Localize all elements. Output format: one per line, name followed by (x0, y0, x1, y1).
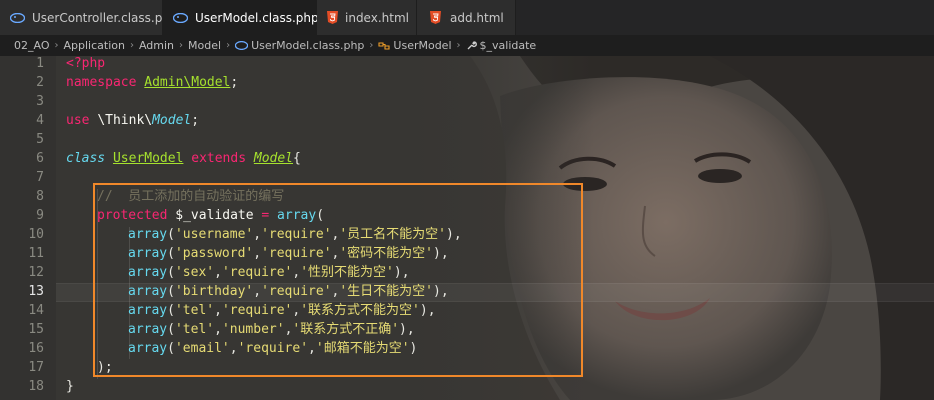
breadcrumb-item[interactable]: Model (188, 39, 221, 52)
php-open-tag: <?php (66, 56, 106, 71)
line-number: 18 (28, 379, 44, 394)
breadcrumb-item[interactable]: 02_AO (14, 39, 50, 52)
line-number-current: 13 (28, 284, 44, 299)
editor-tab-bar: UserController.class.php UserModel.class… (0, 0, 934, 35)
breadcrumb-item[interactable]: UserModel.class.php (251, 39, 364, 52)
line-number: 16 (28, 341, 44, 356)
line-number: 15 (28, 322, 44, 337)
punctuation: } (66, 379, 74, 394)
class-name: UserModel (112, 151, 184, 166)
tab-label: add.html (450, 10, 504, 25)
line-number: 2 (36, 75, 44, 90)
line-number: 7 (36, 170, 44, 185)
html5-icon (427, 10, 443, 26)
line-number-gutter: 1 2 3 4 5 6 7 8 9 10 11 12 13 14 15 16 1… (0, 56, 56, 400)
keyword: namespace (66, 75, 137, 90)
line-number: 11 (28, 246, 44, 261)
code-line: namespace Admin\Model; (66, 73, 238, 92)
breadcrumb-separator: › (54, 40, 59, 51)
php-elephant-icon (173, 10, 188, 26)
php-elephant-icon (10, 10, 25, 26)
wrench-property-icon (466, 40, 477, 51)
line-number: 14 (28, 303, 44, 318)
code-line: class UserModel extends Model{ (66, 149, 301, 168)
tab-user-model[interactable]: UserModel.class.php × (163, 0, 341, 35)
class-symbol-icon (378, 41, 390, 51)
tab-label: index.html (345, 10, 409, 25)
namespace-name: Admin\Model (144, 75, 231, 90)
keyword: extends (191, 151, 247, 166)
code-line: use \Think\Model; (66, 111, 199, 130)
line-number: 1 (36, 56, 44, 71)
use-path: \Think\ (97, 113, 153, 128)
php-elephant-icon (235, 41, 249, 50)
breadcrumb-item[interactable]: UserModel (393, 39, 451, 52)
code-line: <?php (66, 56, 105, 73)
html5-icon (327, 10, 338, 26)
tab-add-html[interactable]: add.html (417, 0, 516, 35)
tab-label: UserModel.class.php (195, 10, 319, 25)
breadcrumb-item[interactable]: $_validate (480, 39, 537, 52)
punctuation: ; (191, 113, 200, 128)
punctuation: { (293, 151, 301, 166)
breadcrumb-separator: › (226, 40, 231, 51)
punctuation: ; (230, 75, 239, 90)
keyword: use (66, 113, 90, 128)
breadcrumb-item[interactable]: Admin (139, 39, 174, 52)
line-number: 6 (36, 151, 44, 166)
code-editor[interactable]: 1 2 3 4 5 6 7 8 9 10 11 12 13 14 15 16 1… (0, 56, 934, 400)
line-number: 8 (36, 189, 44, 204)
tab-label: UserController.class.php (32, 10, 178, 25)
use-class: Model (152, 113, 192, 128)
breadcrumb: 02_AO › Application › Admin › Model › Us… (0, 35, 934, 56)
breadcrumb-separator: › (369, 40, 374, 51)
line-number: 5 (36, 132, 44, 147)
line-number: 3 (36, 94, 44, 109)
highlight-box (93, 183, 583, 377)
breadcrumb-separator: › (129, 40, 134, 51)
breadcrumb-separator: › (179, 40, 184, 51)
line-number: 10 (28, 227, 44, 242)
breadcrumb-separator: › (456, 40, 461, 51)
code-line: } (66, 377, 74, 396)
tab-user-controller[interactable]: UserController.class.php (0, 0, 178, 35)
line-number: 17 (28, 360, 44, 375)
breadcrumb-item[interactable]: Application (64, 39, 125, 52)
parent-class-name: Model (253, 151, 294, 166)
keyword: class (66, 151, 106, 166)
line-number: 4 (36, 113, 44, 128)
line-number: 9 (36, 208, 44, 223)
line-number: 12 (28, 265, 44, 280)
tab-index-html[interactable]: index.html (317, 0, 417, 35)
